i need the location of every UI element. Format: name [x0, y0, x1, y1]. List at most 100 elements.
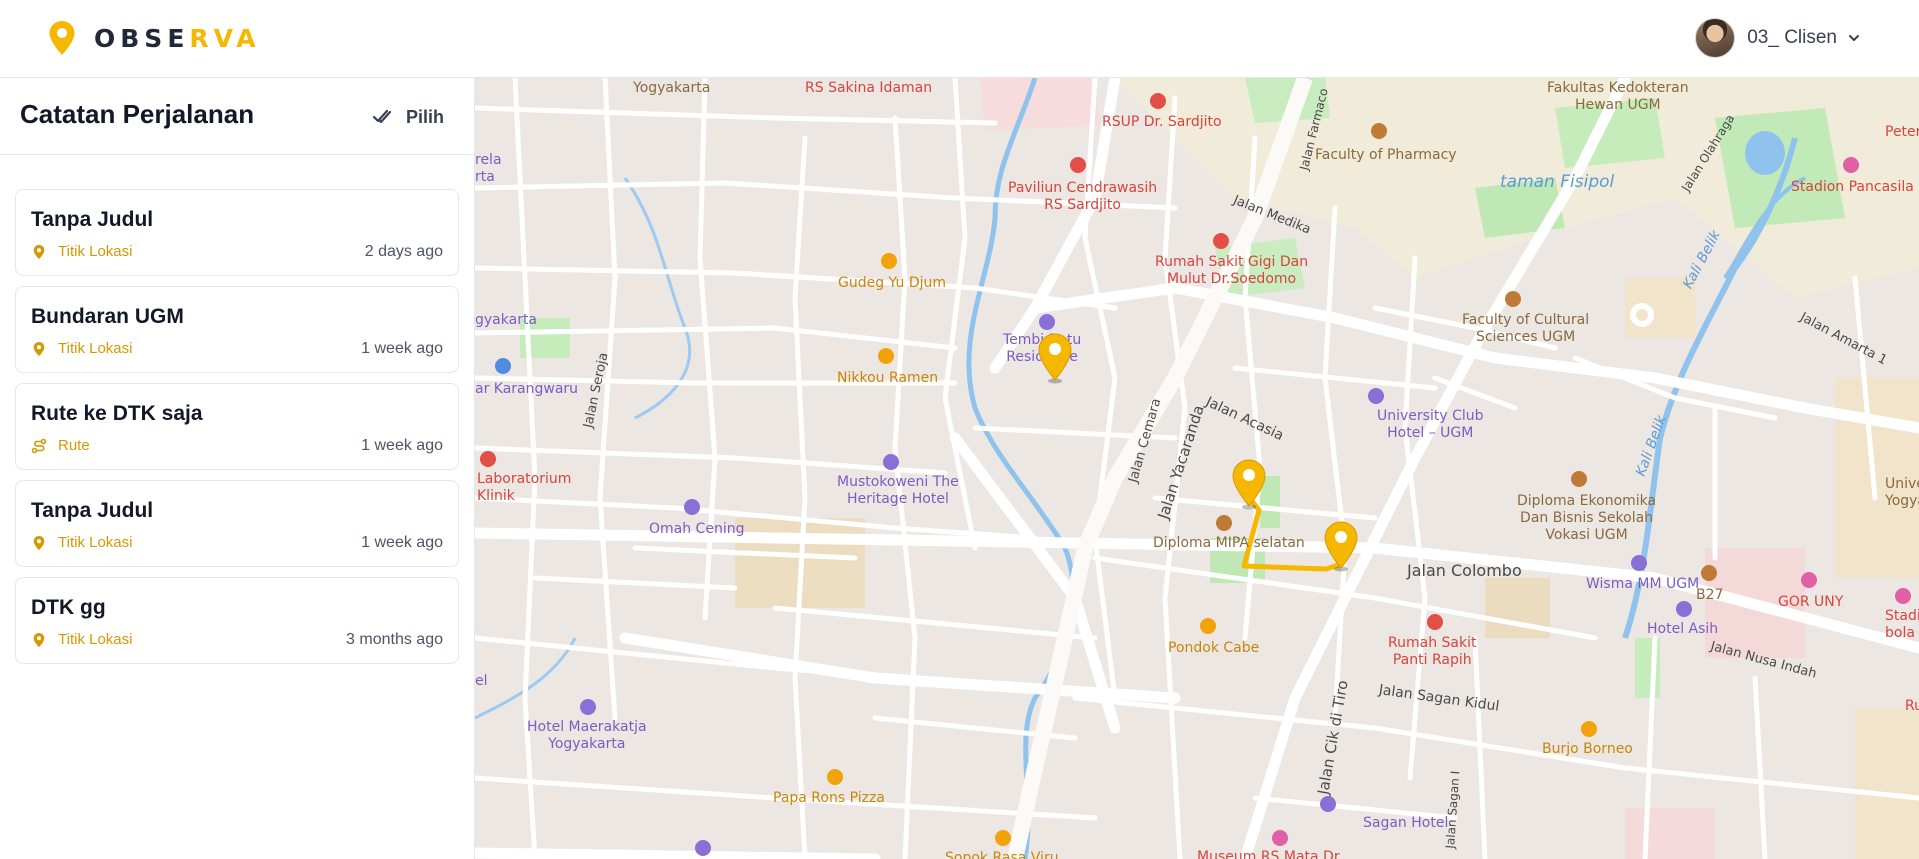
hospital-poi-icon[interactable] [480, 451, 496, 467]
user-menu[interactable]: 03_ Clisen [1695, 18, 1861, 58]
hotel-poi-icon[interactable] [1368, 388, 1384, 404]
hotel-poi-icon[interactable] [684, 499, 700, 515]
list-item-title: Tanpa Judul [31, 499, 154, 522]
list-item[interactable]: Bundaran UGM Titik Lokasi 1 week ago [15, 286, 459, 373]
hospital-poi-icon[interactable] [1427, 614, 1443, 630]
stadium-poi-icon[interactable] [1801, 572, 1817, 588]
education-poi-icon[interactable] [1571, 471, 1587, 487]
hotel-poi-icon[interactable] [695, 840, 711, 856]
map-label: Museum RS Mata Dr [1197, 849, 1340, 859]
chevron-down-icon [1849, 35, 1859, 41]
education-poi-icon[interactable] [1701, 565, 1717, 581]
hotel-poi-icon[interactable] [580, 699, 596, 715]
location-marker-icon[interactable] [1035, 332, 1075, 384]
list-item-title: DTK gg [31, 596, 106, 619]
list-item-time: 1 week ago [361, 340, 443, 357]
travel-log-list: Tanpa Judul Titik Lokasi 2 days ago Bund… [0, 155, 474, 664]
map-label: Peter [1885, 124, 1919, 140]
list-item-time: 1 week ago [361, 534, 443, 551]
route-icon [31, 438, 47, 453]
list-item-type-label: Rute [58, 437, 90, 454]
education-poi-icon[interactable] [1371, 123, 1387, 139]
map-label: Yogyakarta [633, 80, 711, 96]
top-navbar: OBSERVA 03_ Clisen [0, 0, 1919, 78]
map-label: Rumah Sakit Panti Rapih [1388, 635, 1477, 668]
stadium-poi-icon[interactable] [1843, 157, 1859, 173]
map-label: B27 [1696, 587, 1724, 603]
map-label: Laboratorium Klinik [477, 471, 572, 504]
map-label: Nikkou Ramen [837, 370, 939, 386]
stadium-poi-icon[interactable] [1895, 588, 1911, 604]
location-pin-icon [33, 535, 45, 550]
hotel-poi-icon[interactable] [1676, 601, 1692, 617]
avatar [1695, 18, 1736, 58]
transit-poi-icon[interactable] [495, 358, 511, 374]
restaurant-poi-icon[interactable] [995, 830, 1011, 846]
list-item[interactable]: Rute ke DTK saja Rute 1 week ago [15, 383, 459, 470]
list-item-type: Titik Lokasi [31, 243, 132, 260]
map-label: Ru [1905, 698, 1919, 714]
list-item-type: Titik Lokasi [31, 340, 132, 357]
map-label: rela rta [475, 152, 502, 185]
education-poi-icon[interactable] [1216, 515, 1232, 531]
map-label: Paviliun Cendrawasih RS Sardjito [1008, 180, 1158, 213]
sidebar-title: Catatan Perjalanan [20, 99, 255, 129]
education-poi-icon[interactable] [1505, 291, 1521, 307]
select-button[interactable]: Pilih [372, 102, 444, 132]
list-item[interactable]: DTK gg Titik Lokasi 3 months ago [15, 577, 459, 664]
map-base-layer [475, 78, 1919, 859]
map-label: el [475, 673, 488, 689]
hotel-poi-icon[interactable] [1631, 555, 1647, 571]
lake [1745, 131, 1785, 175]
hospital-poi-icon[interactable] [1150, 93, 1166, 109]
map-label: RS Sakina Idaman [805, 80, 933, 96]
map-label: Universi Yogya [1885, 476, 1919, 509]
list-item-type-label: Titik Lokasi [58, 534, 133, 551]
map-label: ar Karangwaru [475, 381, 579, 397]
map-label: Diploma Ekonomika Dan Bisnis Sekolah Vok… [1517, 493, 1657, 543]
list-item-time: 1 week ago [361, 437, 443, 454]
list-item-type: Titik Lokasi [31, 534, 132, 551]
map-label: Omah Cening [649, 521, 745, 537]
map-view[interactable]: Yogyakarta RS Sakina Idaman RSUP Dr. Sar… [475, 78, 1919, 859]
brand-name-accent: RVA [189, 23, 261, 53]
map-label: taman Fisipol [1500, 172, 1615, 192]
restaurant-poi-icon[interactable] [881, 253, 897, 269]
map-label: Stadion Pancasila [1791, 179, 1914, 195]
hospital-area [980, 78, 1100, 130]
hospital-poi-icon[interactable] [1213, 233, 1229, 249]
map-label: Diploma MIPA selatan [1153, 535, 1305, 551]
list-item[interactable]: Tanpa Judul Titik Lokasi 1 week ago [15, 480, 459, 567]
double-check-icon [372, 109, 392, 124]
hotel-poi-icon[interactable] [883, 454, 899, 470]
map-label: Sopok Rasa Viru [945, 850, 1059, 859]
map-label: Papa Rons Pizza [773, 790, 885, 806]
brand-name: OBSERVA [94, 24, 261, 53]
route-end-marker-icon[interactable] [1321, 520, 1361, 572]
restaurant-poi-icon[interactable] [1200, 618, 1216, 634]
map-label: gyakarta [475, 312, 538, 328]
map-label: Pondok Cabe [1168, 640, 1260, 656]
map-label: RSUP Dr. Sardjito [1102, 114, 1222, 130]
location-pin-logo-icon [49, 21, 75, 55]
map-label: Wisma MM UGM [1586, 576, 1700, 592]
list-item-type-label: Titik Lokasi [58, 340, 133, 357]
map-label: Mustokoweni The Heritage Hotel [837, 474, 959, 507]
brand-logo[interactable]: OBSERVA [48, 20, 261, 56]
route-start-marker-icon[interactable] [1229, 458, 1269, 510]
list-item[interactable]: Tanpa Judul Titik Lokasi 2 days ago [15, 189, 459, 276]
list-item-time: 2 days ago [364, 243, 443, 260]
hospital-poi-icon[interactable] [1070, 157, 1086, 173]
list-item-type-label: Titik Lokasi [58, 243, 133, 260]
museum-poi-icon[interactable] [1272, 830, 1288, 846]
hotel-poi-icon[interactable] [1039, 314, 1055, 330]
map-label: Sagan Hotel [1363, 815, 1449, 831]
restaurant-poi-icon[interactable] [878, 348, 894, 364]
restaurant-poi-icon[interactable] [1581, 721, 1597, 737]
location-pin-icon [33, 632, 45, 647]
map-label: Fakultas Kedokteran Hewan UGM [1547, 80, 1689, 113]
hotel-poi-icon[interactable] [1320, 796, 1336, 812]
campus-area [1855, 708, 1919, 859]
restaurant-poi-icon[interactable] [827, 769, 843, 785]
map-label: Burjo Borneo [1542, 741, 1633, 757]
